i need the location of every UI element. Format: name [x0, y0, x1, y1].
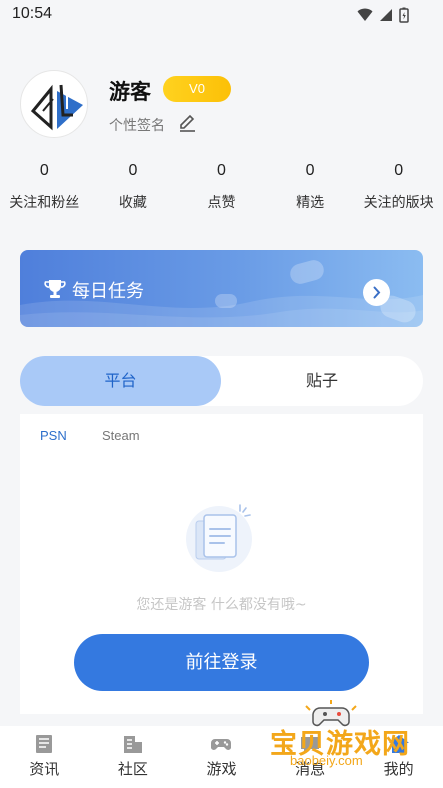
- stat-label: 关注和粉丝: [9, 195, 80, 211]
- stat-favorites[interactable]: 0 收藏: [89, 160, 178, 211]
- stat-value: 0: [128, 162, 138, 179]
- community-icon: [123, 736, 142, 753]
- nav-item-news[interactable]: 资讯: [0, 726, 89, 788]
- sub-tab-steam[interactable]: Steam: [102, 428, 140, 443]
- stat-label: 关注的版块: [363, 195, 434, 211]
- stat-followed-boards[interactable]: 0 关注的版块: [354, 160, 443, 211]
- status-bar: 10:54: [0, 0, 443, 30]
- nav-label: 资讯: [29, 760, 60, 778]
- chevron-right-icon: [373, 286, 381, 299]
- signal-icon: [380, 9, 392, 21]
- wifi-icon: [357, 8, 373, 21]
- empty-document-icon: [186, 504, 252, 572]
- tab-posts[interactable]: 贴子: [221, 356, 423, 406]
- daily-task-banner[interactable]: 每日任务: [20, 250, 423, 327]
- username: 游客: [109, 80, 151, 104]
- avatar-logo-icon: [30, 84, 83, 131]
- stat-likes[interactable]: 0 点赞: [177, 160, 266, 211]
- login-button[interactable]: 前往登录: [74, 634, 369, 691]
- news-icon: [36, 735, 53, 753]
- stat-value: 0: [394, 162, 404, 179]
- watermark: 宝贝游戏网 baobeiy.com: [264, 700, 414, 778]
- nav-item-games[interactable]: 游戏: [177, 726, 266, 788]
- profile-header: 游客 V0 个性签名: [20, 70, 423, 140]
- vip-badge[interactable]: V0: [163, 76, 231, 102]
- edit-icon[interactable]: [177, 113, 197, 133]
- stat-value: 0: [39, 162, 49, 179]
- signature-text[interactable]: 个性签名: [109, 115, 165, 135]
- nav-label: 社区: [117, 760, 148, 778]
- content-tab-switch: 平台 贴子: [20, 356, 423, 406]
- tab-platform[interactable]: 平台: [20, 356, 221, 406]
- stat-value: 0: [217, 162, 226, 179]
- trophy-icon: [44, 280, 66, 298]
- stat-label: 精选: [296, 195, 325, 211]
- daily-task-title: 每日任务: [72, 281, 144, 302]
- status-time: 10:54: [12, 5, 53, 22]
- status-icons: [357, 7, 409, 23]
- avatar[interactable]: [20, 70, 88, 138]
- gamepad-icon: [211, 739, 232, 750]
- sub-tab-psn[interactable]: PSN: [40, 428, 67, 443]
- stat-label: 收藏: [118, 195, 147, 211]
- battery-icon: [399, 7, 409, 23]
- empty-state-message: 您还是游客 什么都没有哦~: [136, 597, 307, 613]
- stat-follows[interactable]: 0 关注和粉丝: [0, 160, 89, 211]
- stats-row: 0 关注和粉丝 0 收藏 0 点赞 0 精选 0 关注的版块: [0, 160, 443, 211]
- content-card: PSN Steam 您还是游客 什么都没有哦~ 前往登录: [20, 414, 423, 714]
- stat-featured[interactable]: 0 精选: [266, 160, 355, 211]
- stat-value: 0: [305, 162, 315, 179]
- nav-item-community[interactable]: 社区: [89, 726, 178, 788]
- nav-label: 游戏: [206, 760, 237, 778]
- daily-task-arrow-button[interactable]: [363, 279, 390, 306]
- stat-label: 点赞: [207, 195, 236, 211]
- watermark-url: baobeiy.com: [290, 753, 363, 768]
